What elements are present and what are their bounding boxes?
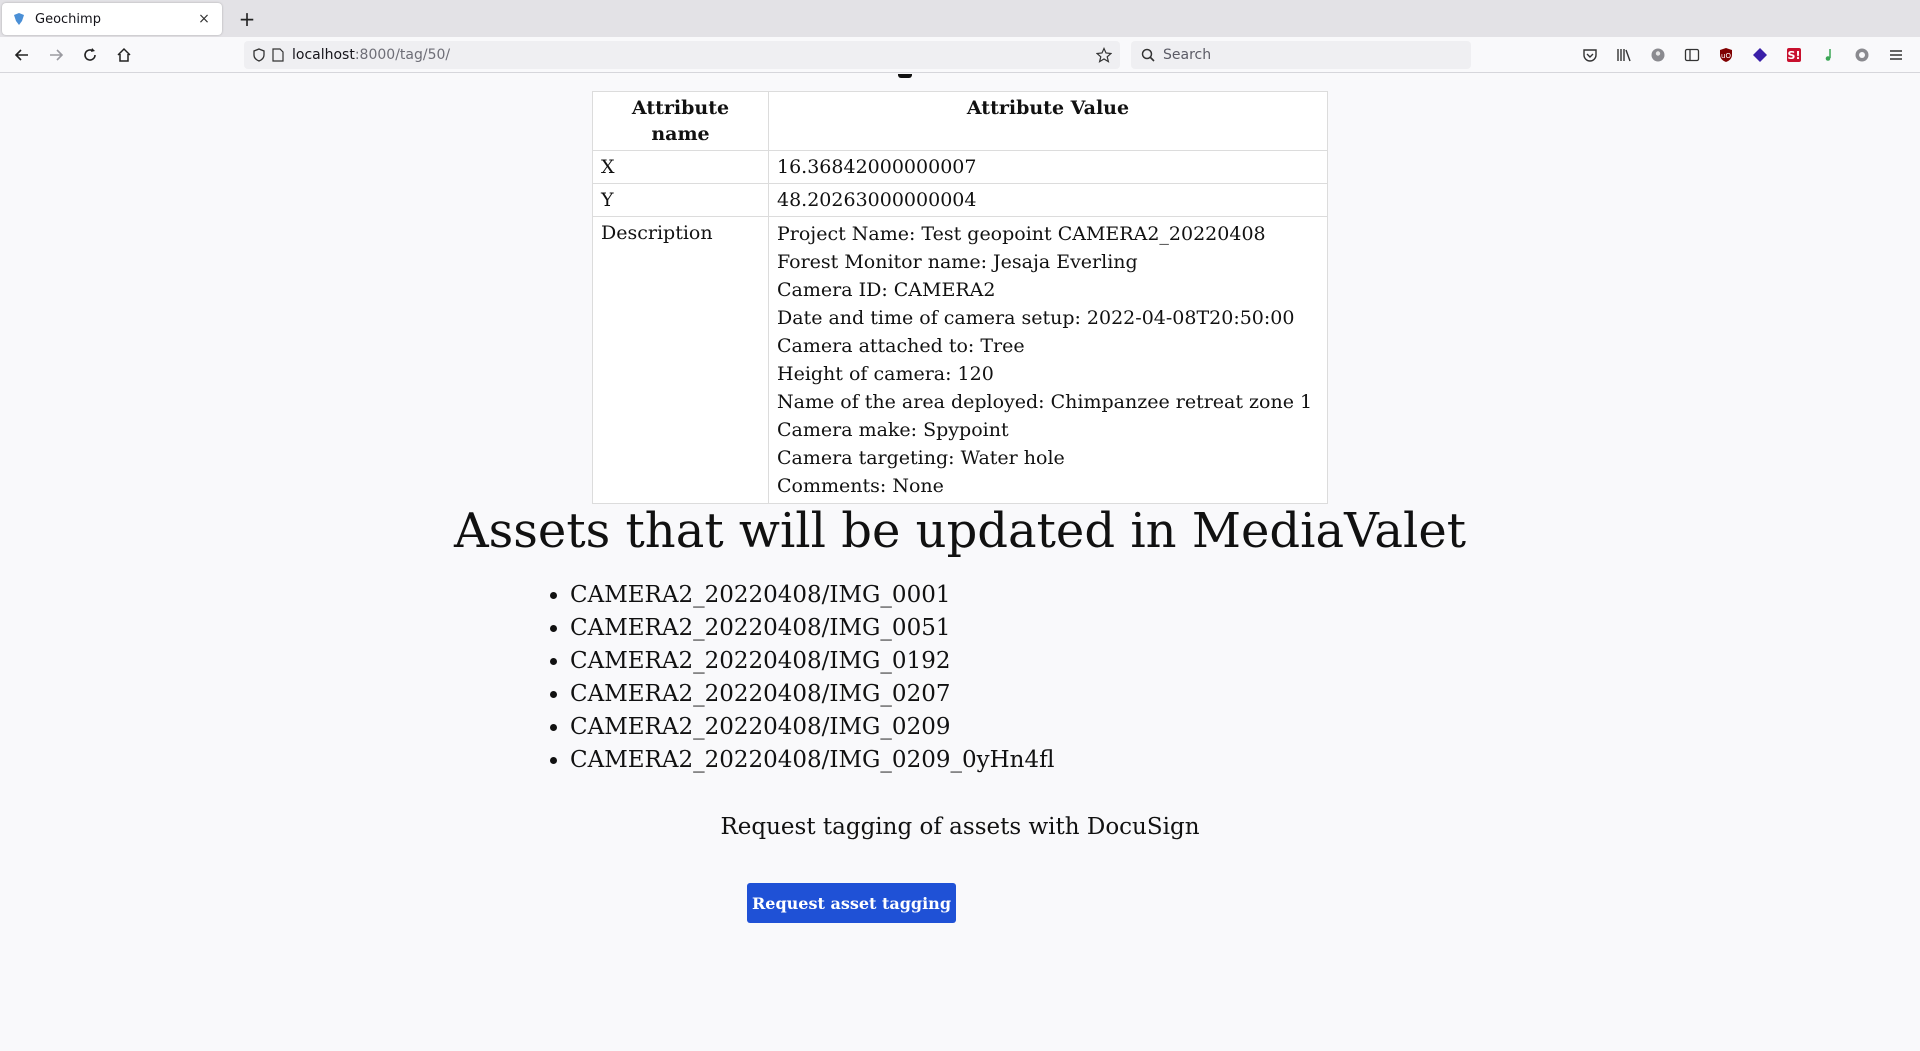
page-content: Attribute name Attribute Value X 16.3684…: [0, 74, 1920, 1051]
table-row: Y 48.20263000000004: [592, 183, 1328, 217]
extension-s-icon[interactable]: S!: [1782, 43, 1806, 67]
bookmark-star-icon[interactable]: [1096, 47, 1112, 63]
list-item: CAMERA2_20220408/IMG_0051: [570, 612, 1054, 645]
attribute-name-cell: X: [592, 150, 769, 184]
attributes-table: Attribute name Attribute Value X 16.3684…: [592, 91, 1328, 504]
attribute-name-cell: Y: [592, 183, 769, 217]
column-header-attribute-name: Attribute name: [592, 91, 769, 151]
tab-title: Geochimp: [35, 11, 101, 27]
description-value-cell: Project Name: Test geopoint CAMERA2_2022…: [768, 216, 1328, 504]
assets-heading: Assets that will be updated in MediaVale…: [453, 503, 1467, 559]
tagging-description: Request tagging of assets with DocuSign: [720, 814, 1200, 840]
list-item: CAMERA2_20220408/IMG_0209: [570, 711, 1054, 744]
table-row-description: Description Project Name: Test geopoint …: [592, 216, 1328, 504]
page-info-icon[interactable]: [272, 48, 284, 62]
url-path: :8000/tag/50/: [354, 47, 451, 63]
extension-cube-icon[interactable]: [1748, 43, 1772, 67]
geochimp-favicon-icon: [12, 12, 26, 26]
pocket-icon[interactable]: [1578, 43, 1602, 67]
description-line: Date and time of camera setup: 2022-04-0…: [777, 307, 1295, 329]
description-line: Height of camera: 120: [777, 363, 994, 385]
description-line: Comments: None: [777, 475, 944, 497]
url-host: localhost: [292, 47, 355, 63]
search-placeholder: Search: [1163, 47, 1212, 63]
list-item: CAMERA2_20220408/IMG_0209_0yHn4fl: [570, 744, 1054, 777]
list-item: CAMERA2_20220408/IMG_0001: [570, 579, 1054, 612]
list-item: CAMERA2_20220408/IMG_0207: [570, 678, 1054, 711]
attribute-name-cell: Description: [592, 216, 769, 504]
tab-geochimp[interactable]: Geochimp ×: [2, 3, 222, 35]
library-icon[interactable]: [1612, 43, 1636, 67]
description-line: Camera make: Spypoint: [777, 419, 1009, 441]
search-bar[interactable]: Search: [1131, 41, 1471, 69]
address-bar[interactable]: localhost :8000/tag/50/: [244, 41, 1120, 69]
table-header-row: Attribute name Attribute Value: [592, 91, 1328, 151]
new-tab-button[interactable]: +: [234, 6, 260, 32]
navigation-toolbar: localhost :8000/tag/50/ Search uO S!: [0, 37, 1920, 73]
account-icon[interactable]: [1646, 43, 1670, 67]
cropped-heading-fragment: [898, 74, 912, 78]
search-icon: [1141, 48, 1155, 62]
shield-icon[interactable]: [252, 48, 266, 62]
tab-close-icon[interactable]: ×: [196, 11, 212, 27]
ublock-icon[interactable]: uO: [1714, 43, 1738, 67]
list-item: CAMERA2_20220408/IMG_0192: [570, 645, 1054, 678]
home-icon[interactable]: [112, 43, 136, 67]
extension-circle-icon[interactable]: [1850, 43, 1874, 67]
svg-text:S!: S!: [1788, 49, 1801, 62]
description-line: Name of the area deployed: Chimpanzee re…: [777, 391, 1313, 413]
column-header-attribute-value: Attribute Value: [768, 91, 1328, 151]
sidebar-icon[interactable]: [1680, 43, 1704, 67]
toolbar-icons: uO S!: [1578, 43, 1908, 67]
attribute-value-cell: 48.20263000000004: [768, 183, 1328, 217]
asset-list: CAMERA2_20220408/IMG_0001 CAMERA2_202204…: [570, 579, 1054, 777]
svg-text:uO: uO: [1721, 52, 1731, 60]
attribute-value-cell: 16.36842000000007: [768, 150, 1328, 184]
table-row: X 16.36842000000007: [592, 150, 1328, 184]
description-line: Camera ID: CAMERA2: [777, 279, 996, 301]
description-line: Project Name: Test geopoint CAMERA2_2022…: [777, 223, 1266, 245]
forward-icon[interactable]: [44, 43, 68, 67]
request-asset-tagging-button[interactable]: Request asset tagging: [747, 883, 956, 923]
music-note-icon[interactable]: [1816, 43, 1840, 67]
back-icon[interactable]: [10, 43, 34, 67]
menu-icon[interactable]: [1884, 43, 1908, 67]
description-line: Forest Monitor name: Jesaja Everling: [777, 251, 1138, 273]
description-line: Camera attached to: Tree: [777, 335, 1025, 357]
description-line: Camera targeting: Water hole: [777, 447, 1065, 469]
tab-strip: Geochimp × +: [0, 0, 1920, 37]
reload-icon[interactable]: [78, 43, 102, 67]
